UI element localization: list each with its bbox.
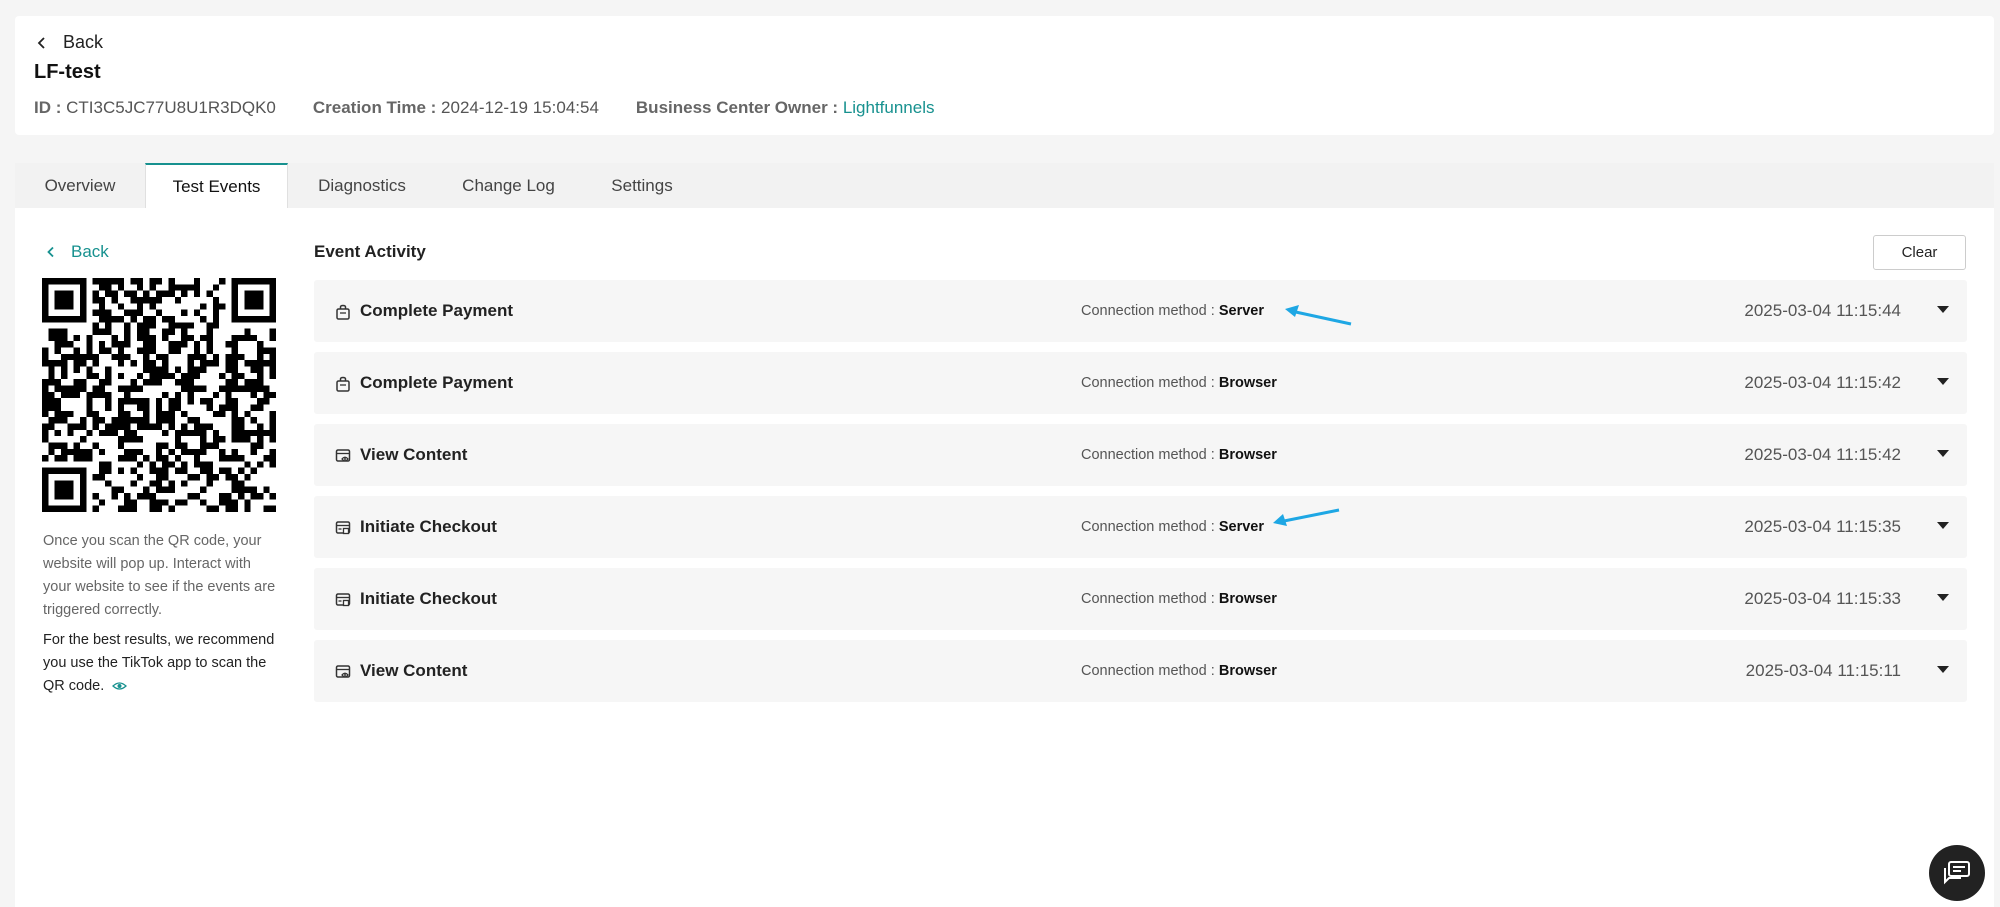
caret-down-icon[interactable] — [1937, 522, 1949, 529]
annotation-arrow-icon — [1285, 305, 1352, 326]
event-list: Complete Payment Connection method : Serv… — [314, 280, 1967, 712]
bag-icon — [336, 376, 350, 392]
tab-settings[interactable]: Settings — [581, 163, 703, 208]
tab-label: Diagnostics — [318, 175, 406, 195]
event-activity-title: Event Activity — [314, 242, 426, 261]
tab-label: Test Events — [172, 176, 261, 196]
header-back-link[interactable]: Back — [35, 32, 103, 53]
event-name: View Content — [360, 445, 468, 464]
caret-down-icon[interactable] — [1937, 594, 1949, 601]
annotation-arrow-icon — [1273, 508, 1340, 526]
connection-value: Server — [1218, 303, 1264, 319]
event-row[interactable]: View Content Connection method : Browser 2… — [314, 424, 1967, 486]
creation-meta: Creation Time : 2024-12-19 15:04:54 — [313, 98, 599, 118]
connection-label: Connection method : — [1081, 591, 1215, 607]
connection-method: Connection method : Browser — [1081, 663, 1277, 679]
event-name: Complete Payment — [360, 373, 514, 392]
checkout-icon — [335, 593, 351, 607]
tab-label: Overview — [44, 175, 116, 195]
id-label: ID : — [34, 98, 62, 117]
event-name: Initiate Checkout — [360, 517, 497, 536]
tabs-bar: Overview Test Events Diagnostics Change … — [15, 163, 1994, 208]
caret-down-icon[interactable] — [1937, 378, 1949, 385]
page-title: LF-test — [34, 61, 101, 83]
clear-button[interactable]: Clear — [1873, 235, 1966, 270]
owner-link[interactable]: Lightfunnels — [843, 98, 935, 117]
caret-down-icon[interactable] — [1937, 450, 1949, 457]
event-name: Complete Payment — [360, 301, 514, 320]
event-row[interactable]: Complete Payment Connection method : Brow… — [314, 352, 1967, 414]
tab-label: Change Log — [462, 175, 555, 195]
checkout-icon — [335, 521, 351, 535]
chevron-left-icon — [37, 36, 45, 49]
chevron-left-icon — [47, 246, 54, 258]
event-timestamp: 2025-03-04 11:15:42 — [1744, 373, 1901, 392]
id-value: CTI3C5JC77U8U1R3DQK0 — [66, 98, 276, 117]
tab-change-log[interactable]: Change Log — [436, 163, 581, 208]
event-name: View Content — [360, 661, 468, 680]
connection-method: Connection method : Browser — [1081, 591, 1277, 607]
connection-method: Connection method : Server — [1081, 519, 1264, 535]
event-row[interactable]: Complete Payment Connection method : Serv… — [314, 280, 1967, 342]
header-back-label: Back — [63, 32, 104, 52]
connection-value: Server — [1218, 519, 1264, 535]
connection-label: Connection method : — [1081, 663, 1215, 679]
event-timestamp: 2025-03-04 11:15:33 — [1744, 589, 1901, 608]
left-back-label: Back — [71, 242, 109, 261]
event-timestamp: 2025-03-04 11:15:44 — [1744, 301, 1901, 320]
connection-label: Connection method : — [1081, 447, 1215, 463]
chat-support-button[interactable] — [1929, 845, 1985, 901]
connection-value: Browser — [1218, 375, 1277, 391]
connection-value: Browser — [1218, 447, 1277, 463]
view-content-icon — [335, 665, 351, 678]
test-events-panel: Back Once you scan the QR code, your web… — [15, 208, 1994, 907]
tab-test-events[interactable]: Test Events — [145, 163, 288, 208]
event-row[interactable]: Initiate Checkout Connection method : Ser… — [314, 496, 1967, 558]
eye-icon[interactable] — [112, 681, 128, 691]
connection-method: Connection method : Browser — [1081, 447, 1277, 463]
connection-method: Connection method : Browser — [1081, 375, 1277, 391]
tab-diagnostics[interactable]: Diagnostics — [288, 163, 436, 208]
event-row[interactable]: Initiate Checkout Connection method : Bro… — [314, 568, 1967, 630]
left-back-link[interactable]: Back — [45, 242, 109, 262]
creation-label: Creation Time : — [312, 98, 437, 117]
meta-row: ID : CTI3C5JC77U8U1R3DQK0 Creation Time … — [34, 98, 935, 118]
event-timestamp: 2025-03-04 11:15:35 — [1744, 517, 1901, 536]
owner-meta: Business Center Owner : Lightfunnels — [636, 98, 935, 118]
event-name: Initiate Checkout — [360, 589, 497, 608]
event-timestamp: 2025-03-04 11:15:11 — [1745, 661, 1901, 680]
tab-overview[interactable]: Overview — [15, 163, 145, 208]
recommendation-text: For the best results, we recommend you u… — [43, 632, 275, 694]
owner-label: Business Center Owner : — [635, 98, 839, 117]
event-timestamp: 2025-03-04 11:15:42 — [1744, 445, 1901, 464]
connection-label: Connection method : — [1081, 303, 1215, 319]
header-card: Back LF-test ID : CTI3C5JC77U8U1R3DQK0 C… — [15, 16, 1994, 135]
tab-label: Settings — [611, 175, 673, 195]
event-row[interactable]: View Content Connection method : Browser 2… — [314, 640, 1967, 702]
qr-code — [42, 278, 276, 512]
connection-value: Browser — [1218, 663, 1277, 679]
caret-down-icon[interactable] — [1937, 666, 1949, 673]
view-content-icon — [335, 449, 351, 462]
id-meta: ID : CTI3C5JC77U8U1R3DQK0 — [34, 98, 276, 118]
connection-label: Connection method : — [1081, 519, 1215, 535]
connection-value: Browser — [1218, 591, 1277, 607]
bag-icon — [336, 304, 350, 320]
caret-down-icon[interactable] — [1937, 306, 1949, 313]
creation-value: 2024-12-19 15:04:54 — [441, 98, 599, 117]
chat-icon — [1944, 861, 1970, 885]
qr-recommendation: For the best results, we recommend you u… — [43, 629, 283, 698]
connection-method: Connection method : Server — [1081, 303, 1264, 319]
qr-instructions: Once you scan the QR code, your website … — [43, 533, 276, 618]
connection-label: Connection method : — [1081, 375, 1215, 391]
